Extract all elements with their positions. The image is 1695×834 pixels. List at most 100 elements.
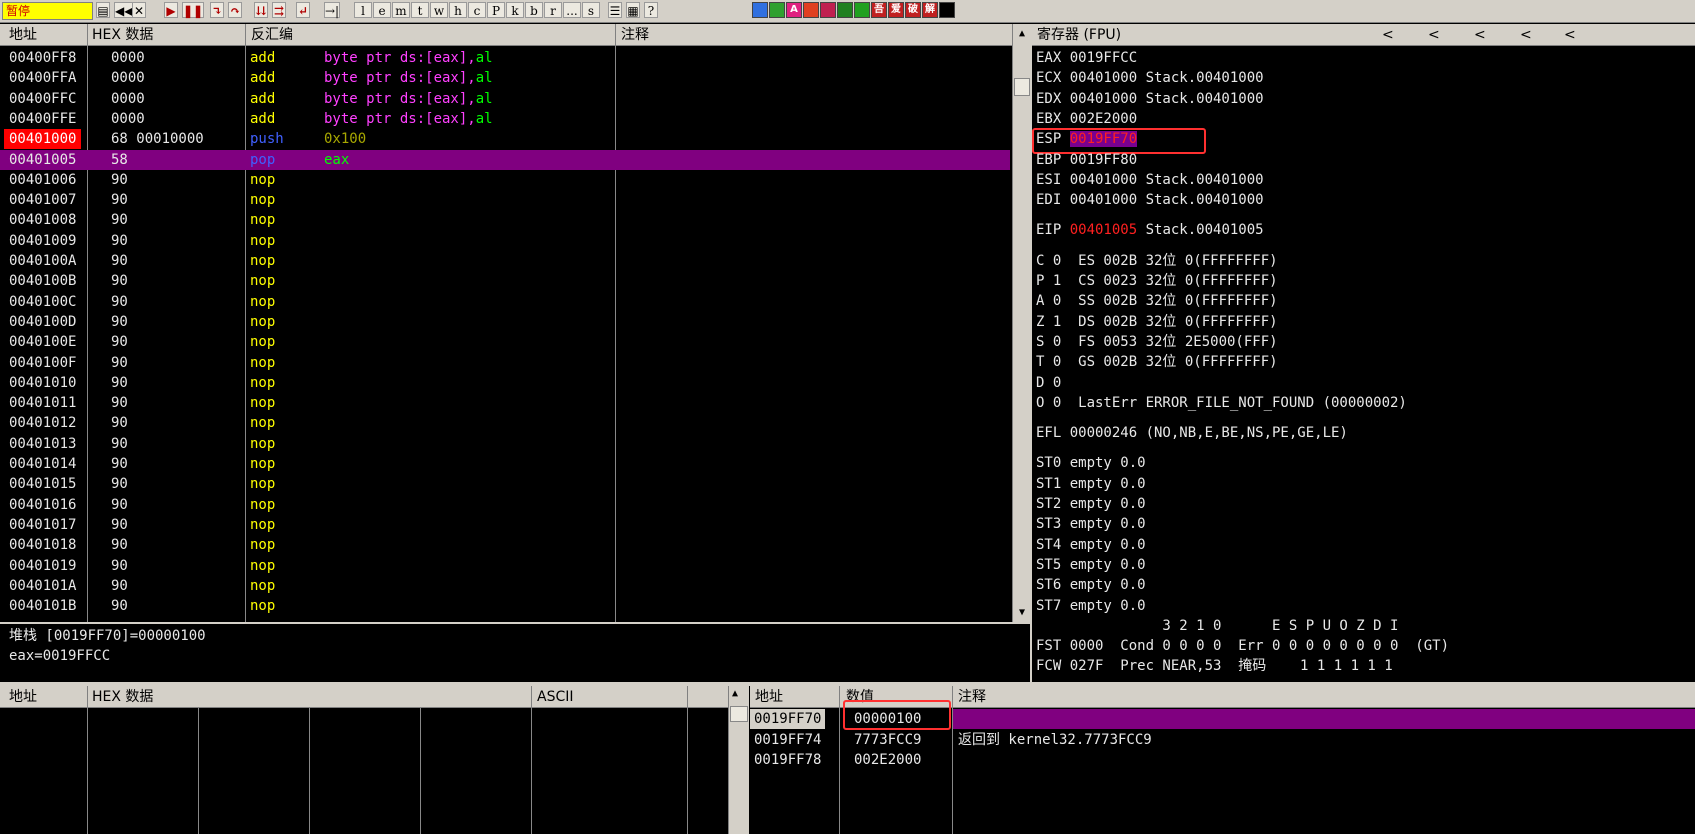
register-line[interactable]: ST7 empty 0.0	[1036, 596, 1146, 616]
window-button-10[interactable]: r	[544, 2, 562, 18]
register-line[interactable]: EFL 00000246 (NO,NB,E,BE,NS,PE,GE,LE)	[1036, 423, 1348, 443]
register-line[interactable]: C 0 ES 002B 32位 0(FFFFFFFF)	[1036, 251, 1278, 271]
register-line[interactable]: ECX 00401000 Stack.00401000	[1036, 68, 1264, 88]
register-line[interactable]: S 0 FS 0053 32位 2E5000(FFF)	[1036, 332, 1278, 352]
register-line[interactable]: EBX 002E2000	[1036, 109, 1137, 129]
open-icon[interactable]: ▤	[96, 2, 110, 18]
disasm-row[interactable]: 00400FF8 0000 add byte ptr ds:[eax],al	[0, 48, 1010, 68]
register-line[interactable]: ST1 empty 0.0	[1036, 474, 1146, 494]
plugin-icon-4[interactable]	[820, 2, 836, 18]
disasm-row[interactable]: 0040100C 90 nop	[0, 292, 1010, 312]
disasm-row[interactable]: 0040100B 90 nop	[0, 271, 1010, 291]
go-to-icon[interactable]: →|	[324, 2, 341, 18]
register-line[interactable]: O 0 LastErr ERROR_FILE_NOT_FOUND (000000…	[1036, 393, 1407, 413]
dump-col-ascii[interactable]: ASCII	[537, 686, 574, 708]
plugin-icon-2[interactable]: A	[786, 2, 802, 18]
step-into-icon[interactable]: ↴	[210, 2, 224, 18]
plugin-icon-10[interactable]: 解	[922, 2, 938, 18]
disasm-row[interactable]: 0040100E 90 nop	[0, 332, 1010, 352]
dump-pane[interactable]	[0, 708, 730, 834]
execute-till-return-icon[interactable]: ↵	[296, 2, 310, 18]
window-button-1[interactable]: e	[373, 2, 391, 18]
disasm-row[interactable]: 00401015 90 nop	[0, 474, 1010, 494]
reg-arrow-5[interactable]: <	[1564, 24, 1576, 46]
col-address[interactable]: 地址	[9, 24, 37, 46]
window-button-4[interactable]: w	[430, 2, 448, 18]
register-line[interactable]: ST6 empty 0.0	[1036, 575, 1146, 595]
window-button-7[interactable]: P	[487, 2, 505, 18]
disasm-row[interactable]: 00401006 90 nop	[0, 170, 1010, 190]
disasm-row[interactable]: 00401013 90 nop	[0, 434, 1010, 454]
scroll-down-icon[interactable]: ▼	[1015, 607, 1029, 618]
stack-pane[interactable]: 0019FF70 00000100 0019FF74 7773FCC9 返回到 kern…	[750, 700, 1695, 834]
plugin-icon-11[interactable]	[939, 2, 955, 18]
disasm-row[interactable]: 00400FFC 0000 add byte ptr ds:[eax],al	[0, 89, 1010, 109]
dump-scrollbar[interactable]: ▲	[728, 686, 749, 834]
stack-row[interactable]: 0019FF70 00000100	[750, 700, 1695, 730]
pause-icon[interactable]: ❚❚	[182, 2, 205, 18]
disasm-row[interactable]: 00400FFA 0000 add byte ptr ds:[eax],al	[0, 68, 1010, 88]
plugin-icon-8[interactable]: 爱	[888, 2, 904, 18]
disasm-row[interactable]: 00401018 90 nop	[0, 535, 1010, 555]
dump-col-address[interactable]: 地址	[9, 686, 37, 708]
disasm-row[interactable]: 00401019 90 nop	[0, 556, 1010, 576]
register-line[interactable]: A 0 SS 002B 32位 0(FFFFFFFF)	[1036, 291, 1278, 311]
register-line[interactable]: EDI 00401000 Stack.00401000	[1036, 190, 1264, 210]
window-button-12[interactable]: s	[582, 2, 600, 18]
scroll-up-icon[interactable]: ▲	[1015, 28, 1029, 39]
plugin-icon-6[interactable]	[854, 2, 870, 18]
plugin-icon-1[interactable]	[769, 2, 785, 18]
plugin-icon-0[interactable]	[752, 2, 768, 18]
reg-arrow-3[interactable]: <	[1474, 24, 1486, 46]
register-line[interactable]: ST0 empty 0.0	[1036, 453, 1146, 473]
disasm-row[interactable]: 00401016 90 nop	[0, 495, 1010, 515]
reg-arrow-4[interactable]: <	[1520, 24, 1532, 46]
register-line[interactable]: ST5 empty 0.0	[1036, 555, 1146, 575]
window-button-11[interactable]: ...	[563, 2, 581, 18]
col-disasm[interactable]: 反汇编	[251, 24, 293, 46]
window-button-6[interactable]: c	[468, 2, 486, 18]
disasm-row[interactable]: 00401010 90 nop	[0, 373, 1010, 393]
col-hex[interactable]: HEX 数据	[92, 24, 153, 46]
register-eip[interactable]: EIP 00401005 Stack.00401005	[1036, 220, 1264, 240]
disasm-scrollbar[interactable]: ▲ ▼	[1012, 24, 1031, 622]
stack-col-comment[interactable]: 注释	[958, 686, 986, 708]
help-icon[interactable]: ?	[644, 2, 658, 18]
list-icon[interactable]: ☰	[608, 2, 622, 18]
disasm-row[interactable]: 00401007 90 nop	[0, 190, 1010, 210]
register-line[interactable]: EBP 0019FF80	[1036, 150, 1137, 170]
window-button-0[interactable]: l	[354, 2, 372, 18]
window-button-9[interactable]: b	[525, 2, 543, 18]
disasm-row[interactable]: 0040100F 90 nop	[0, 353, 1010, 373]
reg-arrow-2[interactable]: <	[1428, 24, 1440, 46]
plugin-icon-3[interactable]	[803, 2, 819, 18]
disasm-row[interactable]: 00401011 90 nop	[0, 393, 1010, 413]
register-line[interactable]: T 0 GS 002B 32位 0(FFFFFFFF)	[1036, 352, 1278, 372]
stack-col-address[interactable]: 地址	[755, 686, 783, 708]
disasm-row[interactable]: 00401012 90 nop	[0, 413, 1010, 433]
register-line[interactable]: Z 1 DS 002B 32位 0(FFFFFFFF)	[1036, 312, 1278, 332]
window-button-2[interactable]: m	[392, 2, 410, 18]
scroll-up-icon[interactable]: ▲	[732, 688, 738, 699]
registers-title[interactable]: 寄存器 (FPU)	[1037, 24, 1121, 46]
stack-row[interactable]: 0019FF78 002E2000	[750, 750, 1695, 770]
window-button-5[interactable]: h	[449, 2, 467, 18]
disasm-row[interactable]: 0040100D 90 nop	[0, 312, 1010, 332]
registers-pane[interactable]: EAX 0019FFCC ECX 00401000 Stack.00401000 E…	[1032, 46, 1695, 682]
plugin-icon-7[interactable]: 吾	[871, 2, 887, 18]
register-line[interactable]: D 0	[1036, 373, 1061, 393]
disasm-row[interactable]: 0040100A 90 nop	[0, 251, 1010, 271]
register-line[interactable]: EAX 0019FFCC	[1036, 48, 1137, 68]
close-icon[interactable]: ✕	[132, 2, 146, 18]
plugin-icon-9[interactable]: 破	[905, 2, 921, 18]
run-icon[interactable]: ▶	[164, 2, 178, 18]
disasm-row[interactable]: 00401017 90 nop	[0, 515, 1010, 535]
disasm-row[interactable]: 00401009 90 nop	[0, 231, 1010, 251]
disasm-row[interactable]: 00401008 90 nop	[0, 210, 1010, 230]
window-button-8[interactable]: k	[506, 2, 524, 18]
plugin-icon-5[interactable]	[837, 2, 853, 18]
disassembly-pane[interactable]: 00400FF8 0000 add byte ptr ds:[eax],al 00400…	[0, 46, 1012, 622]
trace-into-icon[interactable]: ⇊	[254, 2, 268, 18]
col-comment[interactable]: 注释	[621, 24, 649, 46]
disasm-row[interactable]: 0040101A 90 nop	[0, 576, 1010, 596]
